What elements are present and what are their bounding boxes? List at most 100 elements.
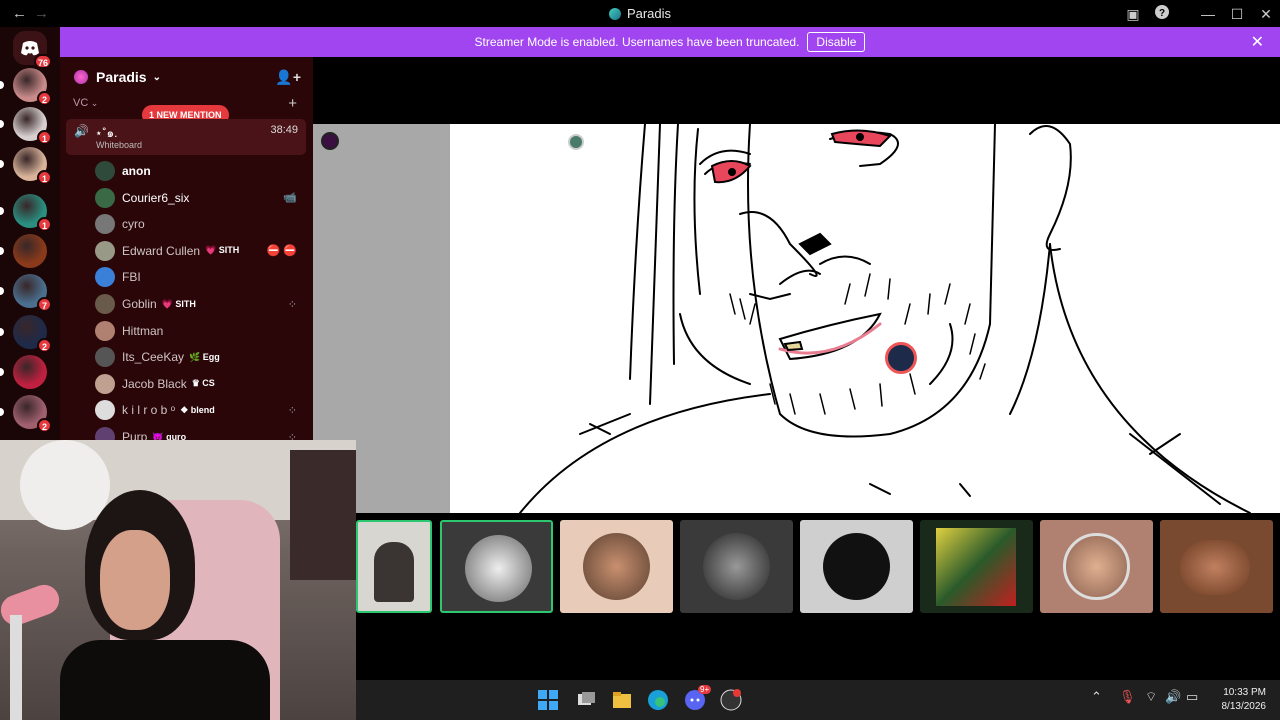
invite-people-icon[interactable]: 👤+ — [275, 69, 301, 86]
avatar — [95, 400, 115, 421]
voice-member[interactable]: cyro — [95, 213, 305, 235]
avatar — [95, 187, 115, 208]
avatar — [95, 294, 115, 314]
participant-tile[interactable] — [440, 520, 553, 613]
participant-tile[interactable] — [560, 520, 673, 613]
voice-member[interactable]: FBI — [95, 266, 305, 288]
tray-chevron-icon[interactable]: ⌃ — [1091, 689, 1113, 711]
unread-indicator — [0, 81, 4, 89]
member-status-icon: ⁘ — [287, 404, 297, 417]
server-icon[interactable]: 2 — [13, 68, 52, 106]
avatar — [95, 347, 115, 368]
voice-member[interactable]: k i l r o b ᵒ ❖ blend ⁘ — [95, 399, 305, 421]
title-bar: ← → Paradis ▣ ? — ☐ ✕ — [0, 0, 1280, 27]
server-badge: 7 — [37, 297, 52, 312]
chevron-down-icon: ⌄ — [152, 71, 161, 83]
member-tag: ❖ blend — [180, 404, 215, 415]
maximize-icon[interactable]: ☐ — [1227, 4, 1247, 24]
server-header[interactable]: Paradis ⌄ 👤+ — [60, 57, 313, 97]
member-name: anon — [122, 164, 151, 178]
voice-member[interactable]: Jacob Black ♛ CS — [95, 373, 305, 395]
volume-icon[interactable]: 🔊 — [1165, 689, 1187, 711]
member-name: Goblin — [122, 297, 157, 311]
system-clock[interactable]: 10:33 PM 8/13/2026 — [1222, 686, 1267, 714]
avatar — [95, 161, 115, 181]
voice-member[interactable]: Edward Cullen 💗 SITH ⛔ ⛔ — [95, 240, 305, 262]
member-name: Purp — [122, 430, 148, 440]
participant-tile[interactable] — [1040, 520, 1153, 613]
participant-tile[interactable] — [800, 520, 913, 613]
close-window-icon[interactable]: ✕ — [1256, 4, 1276, 24]
wifi-icon[interactable]: ⌔ — [1145, 689, 1167, 711]
unread-indicator — [0, 287, 4, 295]
whiteboard-canvas[interactable] — [450, 124, 1280, 513]
unread-indicator — [0, 368, 4, 376]
member-name: Edward Cullen — [122, 243, 201, 258]
server-badge: 1 — [37, 170, 52, 185]
unread-indicator — [0, 120, 4, 128]
server-icon[interactable] — [13, 355, 47, 389]
edge-icon[interactable] — [647, 689, 669, 711]
add-channel-icon[interactable]: + — [288, 95, 297, 112]
server-icon[interactable]: 7 — [13, 274, 52, 312]
voice-member[interactable]: Its_CeeKay 🌿 Egg — [95, 346, 305, 368]
member-tag: 😈 guro — [152, 431, 187, 441]
obs-icon[interactable] — [720, 689, 742, 711]
server-badge: 2 — [37, 91, 52, 106]
server-badge: 2 — [37, 338, 52, 353]
avatar — [95, 214, 115, 235]
unread-indicator — [0, 207, 4, 215]
task-view-icon[interactable] — [575, 689, 597, 711]
clock-date: 8/13/2026 — [1221, 701, 1267, 712]
participant-tile[interactable] — [1160, 520, 1273, 613]
battery-icon[interactable]: ▭ — [1186, 689, 1208, 711]
member-name: Hittman — [122, 323, 164, 338]
minimize-icon[interactable]: — — [1198, 4, 1218, 24]
member-name: cyro — [122, 217, 145, 232]
server-icon[interactable]: 1 — [13, 147, 52, 185]
microphone-icon[interactable]: 🎙 — [1119, 689, 1141, 711]
participant-tile[interactable] — [356, 520, 432, 613]
help-icon[interactable]: ? — [1152, 4, 1172, 24]
voice-member[interactable]: Goblin 💗 SITH ⁘ — [95, 293, 305, 315]
banner-text: Streamer Mode is enabled. Usernames have… — [474, 35, 800, 49]
server-rail: 76 2 1 1 1 7 2 2 — [0, 27, 60, 440]
participant-tile[interactable] — [680, 520, 793, 613]
member-name: Jacob Black — [122, 376, 187, 391]
voice-member[interactable]: anon — [95, 160, 305, 182]
taskbar: 9+ ⌃ 🎙 ⌔ 🔊 ▭ 10:33 PM 8/13/2026 — [356, 680, 1280, 720]
voice-member[interactable]: Purp 😈 guro ⁘ — [95, 426, 305, 440]
voice-channel-activity: Whiteboard — [96, 140, 143, 150]
close-banner-icon[interactable]: ✕ — [1251, 32, 1264, 52]
server-icon[interactable] — [13, 234, 47, 268]
server-icon[interactable]: 2 — [13, 395, 52, 433]
voice-member[interactable]: Hittman — [95, 320, 305, 342]
file-explorer-icon[interactable] — [611, 689, 633, 711]
clock-time: 10:33 PM — [1223, 687, 1266, 698]
voice-member[interactable]: Courier6_six 📹 — [95, 187, 305, 209]
home-badge: 76 — [33, 54, 52, 69]
server-badge: 1 — [37, 217, 52, 232]
discord-taskbar-icon[interactable]: 9+ — [684, 685, 712, 711]
participant-tile[interactable] — [920, 520, 1033, 613]
unread-indicator — [0, 247, 4, 255]
member-status-icon: ⁘ — [287, 431, 297, 441]
member-tag: 💗 SITH — [161, 298, 196, 309]
disable-button[interactable]: Disable — [807, 32, 866, 52]
server-icon[interactable]: 1 — [13, 107, 52, 145]
start-icon[interactable] — [537, 689, 559, 711]
server-badge: 1 — [37, 130, 52, 145]
cursor-avatar — [568, 134, 584, 150]
channel-sidebar: Paradis ⌄ 👤+ VC ⌄ + 1 NEW MENTION 🔊 ⋆˚๑.… — [60, 57, 313, 440]
server-icon[interactable]: 2 — [13, 315, 52, 353]
server-name: Paradis — [96, 69, 147, 85]
home-button[interactable]: 76 — [13, 31, 52, 69]
inbox-icon[interactable]: ▣ — [1123, 4, 1143, 24]
server-badge: 2 — [37, 418, 52, 433]
voice-channel[interactable]: 🔊 ⋆˚๑. 38:49 Whiteboard — [66, 119, 306, 155]
avatar — [95, 320, 115, 341]
unread-indicator — [0, 160, 4, 168]
streamer-mode-banner: Streamer Mode is enabled. Usernames have… — [60, 27, 1280, 57]
server-icon[interactable]: 1 — [13, 194, 52, 232]
avatar — [95, 373, 115, 394]
